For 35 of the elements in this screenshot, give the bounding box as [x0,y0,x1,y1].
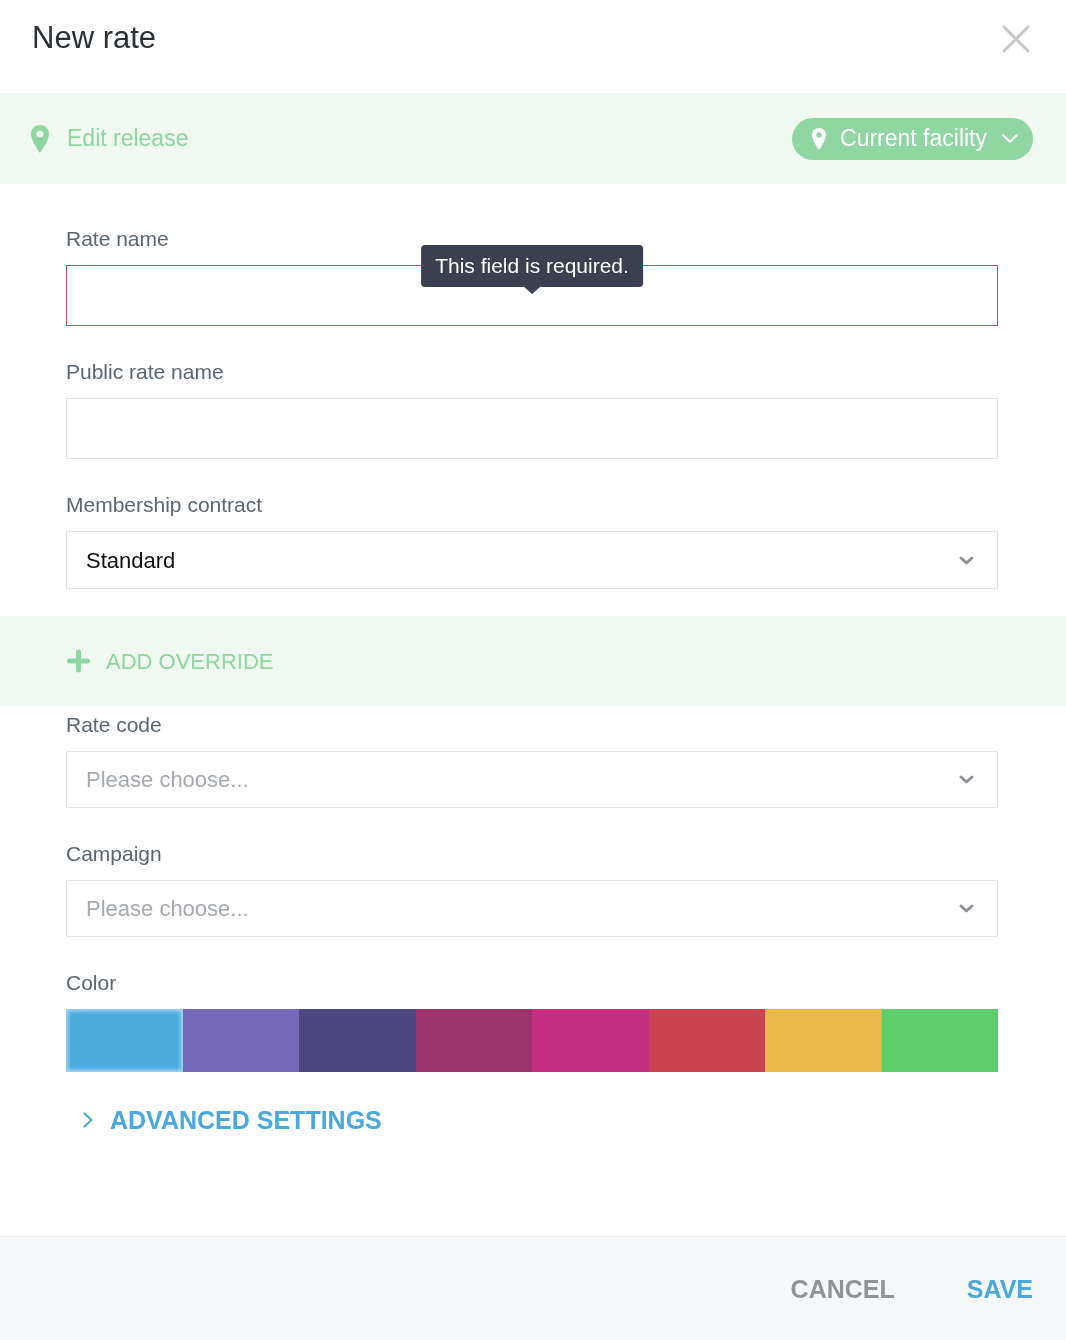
dialog-title: New rate [32,19,157,57]
chevron-down-icon [958,903,975,914]
save-button[interactable]: SAVE [966,1268,1033,1309]
close-button[interactable] [1002,25,1030,53]
color-swatch[interactable] [182,1009,299,1072]
close-icon [1002,25,1030,53]
advanced-settings-toggle[interactable]: ADVANCED SETTINGS [66,1104,382,1136]
field-label: Rate code [66,712,162,738]
select-field[interactable]: Please choose... [66,751,998,808]
plus-icon [66,649,91,673]
chevron-right-icon [83,1112,93,1128]
field-label: Public rate name [66,359,224,385]
select-field[interactable]: Standard [66,531,998,589]
cancel-button[interactable]: CANCEL [790,1268,895,1309]
map-pin-icon [812,127,826,150]
color-swatch[interactable] [66,1009,183,1072]
field-label: Color [66,970,117,996]
chevron-down-icon [1001,133,1019,144]
color-swatch[interactable] [648,1009,765,1072]
location-label: Edit release [67,124,189,154]
color-swatch[interactable] [532,1009,649,1072]
select-field[interactable]: Please choose... [66,880,998,937]
map-pin-icon [31,124,49,153]
field-label: Rate name [66,226,169,252]
chevron-down-icon [958,774,975,785]
color-swatch[interactable] [415,1009,532,1072]
field-label: Campaign [66,841,162,867]
field-label: Membership contract [66,492,263,518]
color-swatch[interactable] [881,1009,998,1072]
chevron-down-icon [958,554,975,566]
error-tooltip: This field is required. [421,245,643,294]
facility-dropdown[interactable]: Current facility [792,117,1033,160]
color-swatch[interactable] [299,1009,416,1072]
add-override-button[interactable]: ADD OVERRIDE [66,644,274,678]
color-swatch[interactable] [765,1009,882,1072]
